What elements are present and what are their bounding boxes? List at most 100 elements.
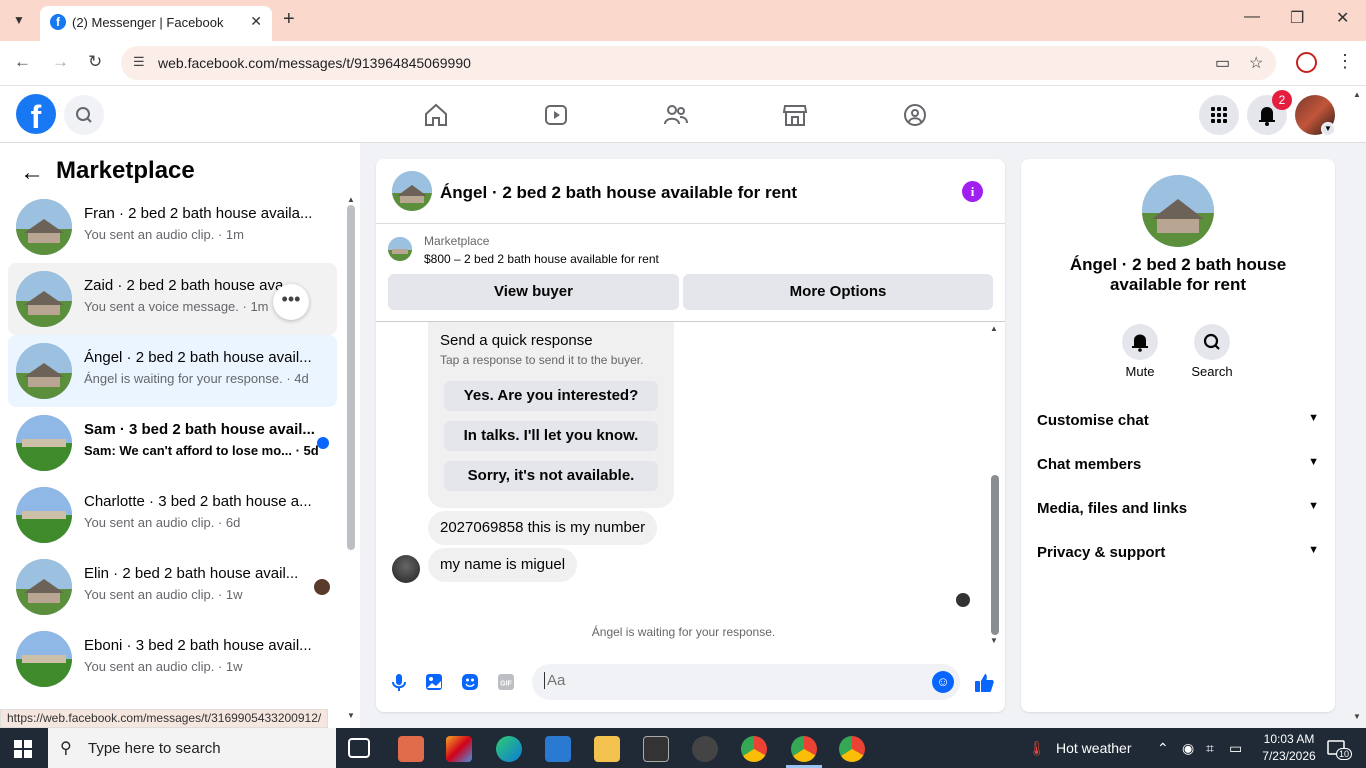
scroll-down-arrow[interactable]: ▼ (990, 636, 998, 645)
quick-response-option[interactable]: Yes. Are you interested? (444, 381, 658, 411)
grid-icon (1211, 107, 1227, 123)
chrome-icon[interactable] (741, 736, 767, 762)
tab-search-button[interactable]: ▼ (8, 9, 30, 31)
privacy-support-section[interactable]: Privacy & support ▼ (1037, 544, 1319, 568)
chat-members-section[interactable]: Chat members ▼ (1037, 456, 1319, 480)
windows-start-icon[interactable] (14, 740, 32, 758)
notification-center-button[interactable]: 10 (1326, 739, 1353, 760)
chrome-icon[interactable] (791, 736, 817, 762)
groups-icon[interactable] (902, 102, 928, 128)
quick-response-card: Send a quick response Tap a response to … (428, 322, 674, 508)
chevron-down-icon[interactable]: ▼ (1321, 122, 1335, 136)
list-item[interactable]: Zaid · 2 bed 2 bath house ava... You sen… (8, 263, 337, 335)
battery-icon[interactable]: ▭ (1229, 740, 1242, 757)
sender-avatar[interactable] (392, 555, 420, 583)
message-input[interactable] (544, 672, 924, 689)
emoji-icon[interactable]: ☺ (932, 671, 954, 693)
office-icon[interactable] (446, 736, 472, 762)
view-buyer-button[interactable]: View buyer (388, 274, 679, 310)
wpm-icon[interactable] (692, 736, 718, 762)
home-icon[interactable] (423, 102, 449, 128)
site-info-icon[interactable]: ☰ (133, 54, 145, 70)
minimize-button[interactable]: — (1244, 8, 1260, 26)
status-url: https://web.facebook.com/messages/t/3169… (0, 709, 329, 728)
info-icon[interactable]: i (962, 181, 983, 202)
profile-icon[interactable] (1296, 52, 1317, 73)
menu-grid-button[interactable] (1199, 95, 1239, 135)
video-icon[interactable] (543, 102, 569, 128)
listing-description[interactable]: $800 – 2 bed 2 bath house available for … (424, 252, 659, 266)
tab-close-icon[interactable]: ✕ (250, 13, 262, 30)
page-scroll-up-arrow[interactable]: ▲ (1353, 90, 1361, 99)
bookmark-star-icon[interactable]: ☆ (1249, 53, 1263, 73)
close-window-button[interactable]: ✕ (1336, 8, 1349, 28)
task-view-icon[interactable] (348, 738, 370, 758)
reload-icon[interactable]: ↻ (88, 52, 102, 72)
edge-icon[interactable] (496, 736, 522, 762)
omnibox[interactable]: ☰ web.facebook.com/messages/t/9139648450… (121, 46, 1276, 80)
restore-button[interactable]: ❐ (1290, 8, 1304, 28)
chrome-icon[interactable] (839, 736, 865, 762)
back-icon[interactable]: ← (14, 52, 31, 72)
profile-avatar[interactable] (1142, 175, 1214, 247)
facebook-logo-icon[interactable]: f (16, 94, 56, 135)
quick-response-subtitle: Tap a response to send it to the buyer. (440, 353, 644, 367)
listing-thumbnail (388, 237, 412, 261)
list-item[interactable]: Eboni · 3 bed 2 bath house avail... You … (8, 623, 337, 695)
scrollbar-thumb[interactable] (347, 205, 355, 550)
marketplace-icon[interactable] (782, 102, 808, 128)
more-options-icon[interactable]: ••• (273, 284, 309, 320)
gif-icon[interactable]: GIF (495, 671, 517, 693)
browser-tab[interactable]: f (2) Messenger | Facebook ✕ (40, 6, 272, 41)
install-app-icon[interactable]: ▭ (1215, 53, 1230, 73)
scrollbar-thumb[interactable] (991, 475, 999, 635)
message-bubble[interactable]: my name is miguel (428, 548, 578, 582)
browser-menu-icon[interactable]: ⋮ (1336, 51, 1354, 72)
back-arrow-icon[interactable]: ← (20, 159, 44, 187)
like-icon[interactable] (972, 671, 996, 695)
mute-button[interactable] (1122, 324, 1158, 360)
friends-icon[interactable] (663, 102, 689, 128)
house-thumbnail (16, 271, 72, 327)
search-in-chat-button[interactable] (1194, 324, 1230, 360)
list-item[interactable]: Ángel · 2 bed 2 bath house avail... Ánge… (8, 335, 337, 407)
tray-chevron-icon[interactable]: ⌃ (1157, 740, 1169, 757)
file-explorer-icon[interactable] (594, 736, 620, 762)
search-icon (1203, 333, 1220, 350)
weather-icon[interactable]: 🌡 (1028, 740, 1046, 757)
customise-chat-section[interactable]: Customise chat ▼ (1037, 412, 1319, 436)
clapper-icon[interactable] (643, 736, 669, 762)
list-item[interactable]: Elin · 2 bed 2 bath house avail... You s… (8, 551, 337, 623)
more-options-button[interactable]: More Options (683, 274, 993, 310)
chat-title[interactable]: Ángel · 2 bed 2 bath house available for… (440, 183, 797, 203)
quick-response-option[interactable]: In talks. I'll let you know. (444, 421, 658, 451)
weather-text[interactable]: Hot weather (1056, 740, 1131, 756)
message-bubble[interactable]: 2027069858 this is my number (428, 511, 658, 545)
scroll-up-arrow[interactable]: ▲ (347, 195, 355, 204)
scroll-down-arrow[interactable]: ▼ (347, 711, 355, 720)
scroll-up-arrow[interactable]: ▲ (990, 324, 998, 333)
sticker-icon[interactable] (459, 671, 481, 693)
new-tab-button[interactable]: + (283, 8, 295, 31)
microphone-icon[interactable] (388, 671, 410, 693)
tray-app-icon[interactable]: ◉ (1182, 740, 1194, 757)
message-composer[interactable]: ☺ (532, 664, 960, 700)
media-files-links-section[interactable]: Media, files and links ▼ (1037, 500, 1319, 524)
list-item[interactable]: Charlotte · 3 bed 2 bath house a... You … (8, 479, 337, 551)
wifi-icon[interactable]: ⌗ (1206, 740, 1214, 757)
chat-avatar[interactable] (392, 171, 432, 211)
list-item[interactable]: Sam · 3 bed 2 bath house avail... Sam: W… (8, 407, 337, 479)
quick-response-option[interactable]: Sorry, it's not available. (444, 461, 658, 491)
taskbar-search-box[interactable]: ⚲ Type here to search (48, 728, 336, 768)
page-scroll-down-arrow[interactable]: ▼ (1353, 712, 1361, 721)
taskbar-clock[interactable]: 10:03 AM 7/23/2026 (1254, 731, 1324, 765)
app-icon[interactable] (398, 736, 424, 762)
forward-icon[interactable]: → (52, 52, 69, 72)
mute-label: Mute (1125, 364, 1155, 379)
store-icon[interactable] (545, 736, 571, 762)
list-item[interactable]: Fran · 2 bed 2 bath house availa... You … (8, 191, 337, 263)
url-text[interactable]: web.facebook.com/messages/t/913964845069… (158, 55, 471, 71)
search-button[interactable] (64, 95, 104, 135)
chevron-down-icon: ▼ (1308, 544, 1319, 556)
photo-icon[interactable] (423, 671, 445, 693)
